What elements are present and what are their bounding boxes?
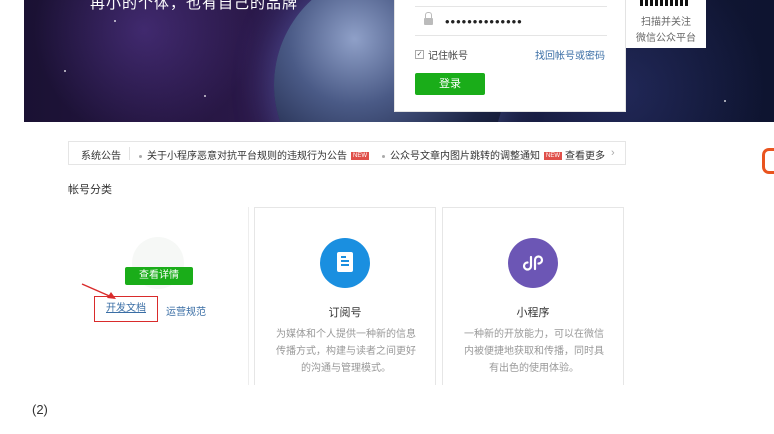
card-title: 订阅号: [328, 307, 362, 319]
mini-program-card[interactable]: 小程序 一种新的开放能力，可以在微信内被便捷地获取和传播，同时具有出色的使用体验…: [442, 207, 624, 385]
star: [114, 20, 116, 22]
login-card: •••••••••••••• ✓ 记住帐号 找回帐号或密码 登录: [394, 0, 626, 112]
bullet-icon: [382, 154, 385, 158]
page-root: 再小的个体，也有自己的品牌 •••••••••••••• ✓ 记住帐号 找回帐号…: [0, 0, 774, 434]
ops-guidelines-link[interactable]: 运营规范: [166, 303, 206, 318]
qr-caption-2: 微信公众平台: [636, 33, 696, 44]
password-field[interactable]: ••••••••••••••: [415, 6, 607, 36]
notice-item-text: 公众号文章内图片跳转的调整通知: [390, 151, 540, 162]
document-icon: [337, 252, 353, 272]
dev-docs-link[interactable]: 开发文档: [106, 303, 146, 314]
qr-code-icon: [640, 0, 690, 6]
bullet-icon: [139, 154, 142, 158]
card-description: 为媒体和个人提供一种新的信息传播方式，构建与读者之间更好的沟通与管理模式。: [276, 329, 416, 374]
remember-label: 记住帐号: [428, 51, 468, 62]
divider: [129, 147, 130, 160]
new-badge: NEW: [544, 152, 562, 161]
red-arrow-annotation-icon: [81, 283, 116, 299]
star: [724, 100, 726, 102]
lock-icon: [424, 12, 433, 25]
password-value: ••••••••••••••: [445, 14, 523, 29]
notice-bar: 系统公告 关于小程序恶意对抗平台规则的违规行为公告 NEW 公众号文章内图片跳转的…: [68, 141, 626, 165]
view-more-link[interactable]: 查看更多: [565, 147, 605, 162]
chevron-right-icon[interactable]: ›: [611, 147, 615, 159]
notice-item[interactable]: 公众号文章内图片跳转的调整通知 NEW: [382, 147, 562, 162]
figure-caption: (2): [32, 402, 48, 417]
subscription-account-card[interactable]: 订阅号 为媒体和个人提供一种新的信息传播方式，构建与读者之间更好的沟通与管理模式…: [254, 207, 436, 385]
view-details-button[interactable]: 查看详情: [125, 267, 193, 285]
new-badge: NEW: [351, 152, 369, 161]
qr-caption-1: 扫描并关注: [641, 17, 691, 28]
section-title: 帐号分类: [68, 184, 112, 196]
card-icon-circle: [320, 238, 370, 288]
forgot-account-link[interactable]: 找回帐号或密码: [535, 47, 605, 62]
star: [64, 70, 66, 72]
login-button[interactable]: 登录: [415, 73, 485, 95]
checkbox-checked-icon[interactable]: ✓: [415, 50, 424, 59]
card-title: 小程序: [516, 307, 550, 319]
notice-item-text: 关于小程序恶意对抗平台规则的违规行为公告: [147, 151, 347, 162]
banner-slogan: 再小的个体，也有自己的品牌: [90, 0, 299, 12]
notice-title: 系统公告: [81, 151, 121, 162]
card-icon-circle: [508, 238, 558, 288]
remember-account[interactable]: ✓ 记住帐号: [415, 47, 468, 62]
mini-program-icon: [522, 255, 544, 271]
card-description: 一种新的开放能力，可以在微信内被便捷地获取和传播，同时具有出色的使用体验。: [464, 329, 604, 374]
notice-item[interactable]: 关于小程序恶意对抗平台规则的违规行为公告 NEW: [139, 147, 369, 162]
qr-code-panel: 扫描并关注 微信公众平台: [626, 0, 706, 48]
divider: [248, 207, 249, 385]
star: [204, 95, 206, 97]
side-logo-fragment: [762, 148, 774, 174]
